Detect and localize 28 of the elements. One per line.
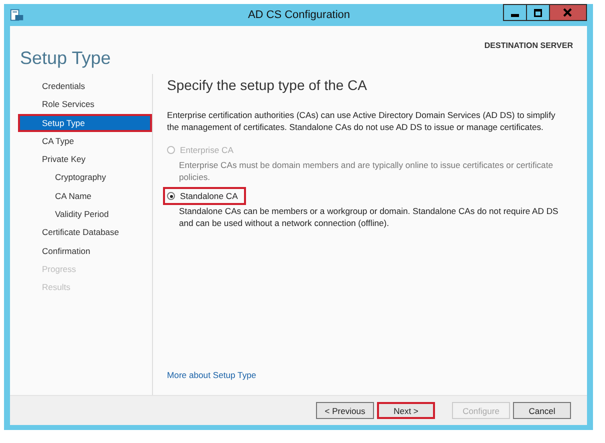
nav-item[interactable]: Setup Type bbox=[18, 114, 152, 132]
option-description: Enterprise CAs must be domain members and are typically online to issue certificates or certificate policies. bbox=[179, 159, 554, 184]
nav-item[interactable]: Certificate Database bbox=[18, 223, 152, 242]
minimize-button[interactable] bbox=[502, 4, 527, 21]
destination-server-label: DESTINATION SERVER bbox=[484, 41, 573, 52]
nav-item[interactable]: Private Key bbox=[18, 150, 152, 168]
section-heading: Specify the setup type of the CA bbox=[167, 77, 368, 93]
nav-item[interactable]: Cryptography bbox=[18, 168, 152, 187]
more-about-link[interactable]: More about Setup Type bbox=[167, 370, 256, 380]
intro-text: Enterprise certification authorities (CAs) can use Active Directory Domain Services (AD DS) to simplify the management of certificates. Standalone CAs do not use AD DS to issue or manage certificates. bbox=[167, 109, 556, 134]
nav-item[interactable]: CA Type bbox=[18, 132, 152, 150]
nav-item[interactable]: Role Services bbox=[18, 95, 152, 114]
nav-item[interactable]: CA Name bbox=[18, 186, 152, 206]
radio-option[interactable]: Standalone CA bbox=[163, 187, 246, 206]
maximize-button[interactable] bbox=[526, 4, 550, 21]
server-manager-icon bbox=[10, 8, 24, 22]
close-button[interactable] bbox=[548, 4, 587, 21]
page-title: Setup Type bbox=[20, 48, 111, 70]
maximize-icon bbox=[534, 8, 542, 16]
nav-item[interactable]: Confirmation bbox=[18, 242, 152, 260]
wizard-button[interactable]: < Previous bbox=[316, 402, 374, 419]
wizard-button[interactable]: Next > bbox=[377, 402, 435, 419]
wizard-button[interactable]: Cancel bbox=[513, 402, 571, 419]
nav-item[interactable]: Validity Period bbox=[18, 205, 152, 224]
nav-item[interactable]: Credentials bbox=[18, 77, 152, 96]
close-icon bbox=[563, 8, 572, 17]
option-description: Standalone CAs can be members or a workgroup or domain. Standalone CAs do not require AD DS and can be used without a network connection (offline). bbox=[179, 205, 560, 230]
window-title: AD CS Configuration bbox=[246, 9, 350, 21]
